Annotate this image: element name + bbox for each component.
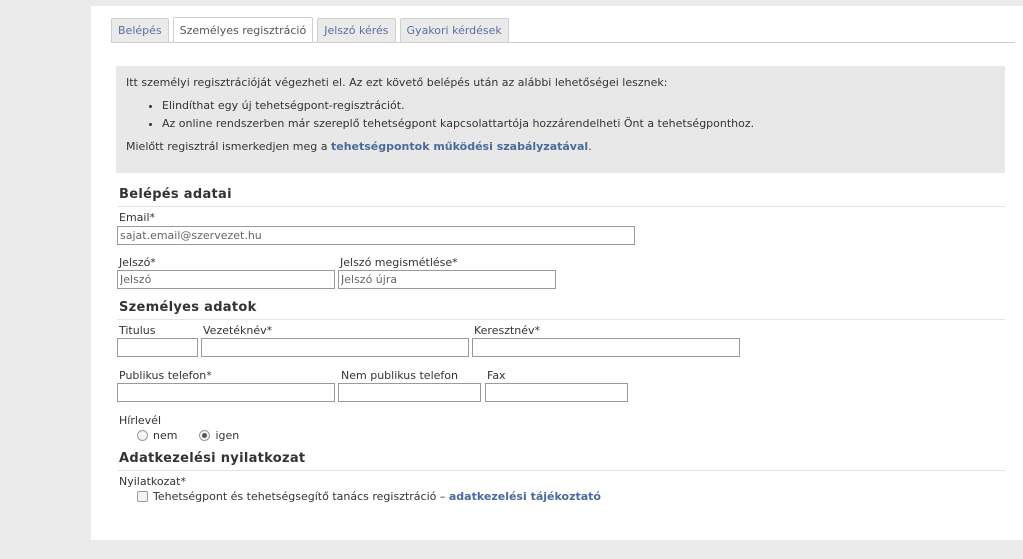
rules-prefix: Mielőtt regisztrál ismerkedjen meg a bbox=[126, 140, 331, 153]
tab-bar-divider bbox=[111, 42, 1015, 43]
private-phone-input[interactable] bbox=[338, 383, 481, 402]
declaration-checkbox[interactable] bbox=[137, 491, 148, 502]
info-list-item: Elindíthat egy új tehetségpont-regisztrá… bbox=[162, 97, 995, 115]
newsletter-label: Hírlevél bbox=[119, 414, 162, 427]
privacy-section-divider bbox=[117, 470, 1005, 471]
firstname-input[interactable] bbox=[472, 338, 740, 357]
personal-section-divider bbox=[117, 319, 1005, 320]
declaration-label: Nyilatkozat* bbox=[119, 475, 186, 488]
declaration-text: Tehetségpont és tehetségsegítő tanács re… bbox=[153, 490, 601, 503]
newsletter-radio-yes[interactable] bbox=[199, 430, 211, 441]
rules-link[interactable]: tehetségpontok működési szabályzatával bbox=[331, 140, 588, 153]
email-input[interactable] bbox=[117, 226, 635, 245]
info-intro: Itt személyi regisztrációját végezheti e… bbox=[126, 76, 668, 89]
newsletter-options: nem igen bbox=[137, 429, 261, 442]
personal-section-title: Személyes adatok bbox=[119, 300, 257, 315]
privacy-info-link[interactable]: adatkezelési tájékoztató bbox=[449, 490, 601, 503]
privacy-section-title: Adatkezelési nyilatkozat bbox=[119, 451, 306, 466]
info-list-item: Az online rendszerben már szereplő tehet… bbox=[162, 115, 995, 133]
password-repeat-input[interactable] bbox=[338, 270, 556, 289]
newsletter-option-no-label: nem bbox=[153, 429, 178, 442]
info-box: Itt személyi regisztrációját végezheti e… bbox=[116, 66, 1005, 173]
newsletter-option-yes-label: igen bbox=[215, 429, 240, 442]
declaration-row: Tehetségpont és tehetségsegítő tanács re… bbox=[137, 490, 601, 503]
email-label: Email* bbox=[119, 211, 156, 224]
public-phone-label: Publikus telefon* bbox=[119, 369, 212, 382]
newsletter-radio-no[interactable] bbox=[137, 430, 148, 441]
title-input[interactable] bbox=[117, 338, 198, 357]
info-list: Elindíthat egy új tehetségpont-regisztrá… bbox=[126, 97, 995, 133]
fax-label: Fax bbox=[487, 369, 506, 382]
login-section-divider bbox=[117, 206, 1005, 207]
tab-login[interactable]: Belépés bbox=[111, 18, 169, 42]
tab-bar: Belépés Személyes regisztráció Jelszó ké… bbox=[111, 17, 513, 42]
password-repeat-label: Jelszó megismétlése* bbox=[340, 256, 458, 269]
fax-input[interactable] bbox=[485, 383, 628, 402]
private-phone-label: Nem publikus telefon bbox=[341, 369, 458, 382]
password-input[interactable] bbox=[117, 270, 335, 289]
tab-faq[interactable]: Gyakori kérdések bbox=[399, 18, 509, 42]
lastname-label: Vezetéknév* bbox=[203, 324, 273, 337]
login-section-title: Belépés adatai bbox=[119, 187, 232, 202]
rules-suffix: . bbox=[588, 140, 592, 153]
title-label: Titulus bbox=[119, 324, 156, 337]
declaration-checkbox-text: Tehetségpont és tehetségsegítő tanács re… bbox=[153, 490, 449, 503]
public-phone-input[interactable] bbox=[117, 383, 335, 402]
lastname-input[interactable] bbox=[201, 338, 469, 357]
tab-password-request[interactable]: Jelszó kérés bbox=[317, 18, 396, 42]
main-panel: Belépés Személyes regisztráció Jelszó ké… bbox=[91, 6, 1023, 540]
firstname-label: Keresztnév* bbox=[474, 324, 541, 337]
rules-line: Mielőtt regisztrál ismerkedjen meg a teh… bbox=[126, 139, 995, 155]
password-label: Jelszó* bbox=[119, 256, 156, 269]
tab-personal-registration[interactable]: Személyes regisztráció bbox=[172, 17, 314, 42]
